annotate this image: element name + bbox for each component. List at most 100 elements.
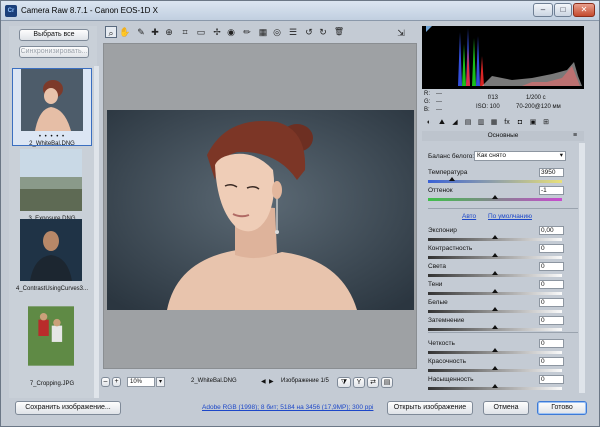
- slider-knob[interactable]: [492, 325, 498, 329]
- slider-value-field[interactable]: 0: [539, 316, 564, 325]
- slider-value-field[interactable]: 0: [539, 280, 564, 289]
- tint-slider[interactable]: [428, 195, 562, 201]
- tab-detail-icon[interactable]: ◢: [450, 118, 460, 128]
- slider-track[interactable]: [428, 289, 562, 295]
- done-button[interactable]: Готово: [537, 401, 587, 415]
- crop-icon[interactable]: ⌗: [179, 26, 191, 38]
- slider-value-field[interactable]: 0: [539, 244, 564, 253]
- full-screen-icon[interactable]: ⇲: [395, 27, 407, 39]
- compare-before-after-icon[interactable]: Y: [353, 377, 365, 388]
- thumbnail-2-whitebal[interactable]: • • • • • 2_WhiteBal.DNG: [12, 68, 92, 147]
- slider-track[interactable]: [428, 325, 562, 331]
- tab-effects-icon[interactable]: fx: [502, 118, 512, 128]
- previous-image-icon[interactable]: ◀: [261, 378, 266, 385]
- color-sampler-icon[interactable]: ✚: [149, 26, 161, 38]
- slider-value-field[interactable]: 0: [539, 375, 564, 384]
- minimize-button[interactable]: –: [533, 3, 553, 17]
- slider-value-field[interactable]: 0: [539, 357, 564, 366]
- tab-camera-calibration-icon[interactable]: ◘: [515, 118, 525, 128]
- slider-knob[interactable]: [492, 384, 498, 388]
- temperature-slider-knob[interactable]: [449, 177, 456, 181]
- slider-knob[interactable]: [492, 307, 498, 311]
- rotate-left-icon[interactable]: ↺: [303, 26, 315, 38]
- shutter-speed: 1/200 с: [526, 95, 546, 101]
- slider-track[interactable]: [428, 348, 562, 354]
- slider-track[interactable]: [428, 366, 562, 372]
- panel-scrollbar[interactable]: [579, 143, 585, 393]
- slider-track[interactable]: [428, 384, 562, 390]
- spot-removal-icon[interactable]: ✢: [211, 26, 223, 38]
- slider-track[interactable]: [428, 253, 562, 259]
- synchronize-button[interactable]: Синхронизировать...: [19, 46, 89, 58]
- slider-knob[interactable]: [492, 289, 498, 293]
- maximize-button[interactable]: □: [554, 3, 572, 17]
- rotate-right-icon[interactable]: ↻: [317, 26, 329, 38]
- straighten-icon[interactable]: ▭: [195, 26, 207, 38]
- tint-field[interactable]: -1: [539, 186, 564, 195]
- temperature-field[interactable]: 3950: [539, 168, 564, 177]
- tint-slider-knob[interactable]: [492, 195, 498, 199]
- save-image-button[interactable]: Сохранить изображение...: [15, 401, 121, 415]
- filmstrip-scrollbar[interactable]: [94, 66, 99, 398]
- radial-filter-icon[interactable]: ◎: [271, 26, 283, 38]
- zoom-level-field[interactable]: 10%: [127, 377, 155, 387]
- zoom-out-button[interactable]: –: [101, 377, 110, 387]
- tab-hsl-icon[interactable]: ▤: [463, 118, 473, 128]
- zoom-in-button[interactable]: +: [112, 377, 121, 387]
- slider-knob[interactable]: [492, 253, 498, 257]
- thumbnail-3-exposure[interactable]: 3_Exposure.DNG: [12, 149, 92, 222]
- red-eye-icon[interactable]: ◉: [225, 26, 237, 38]
- temperature-slider[interactable]: [428, 177, 562, 183]
- tab-lens-corrections-icon[interactable]: ▦: [489, 118, 499, 128]
- zoom-icon[interactable]: ⌕: [105, 26, 117, 38]
- auto-link[interactable]: Авто: [462, 213, 476, 220]
- select-all-button[interactable]: Выбрать все: [19, 29, 89, 41]
- filter-icon[interactable]: ⧩: [337, 377, 351, 388]
- slider-knob[interactable]: [492, 271, 498, 275]
- default-link[interactable]: По умолчанию: [488, 213, 532, 220]
- slider-track[interactable]: [428, 271, 562, 277]
- hand-icon[interactable]: ✋: [119, 26, 131, 38]
- image-counter: Изображение 1/5: [281, 378, 329, 384]
- aperture: f/13: [488, 95, 499, 101]
- graduated-filter-icon[interactable]: ▦: [257, 26, 269, 38]
- thumbnail-7-cropping[interactable]: 7_Cropping.JPG: [12, 296, 92, 387]
- copy-settings-icon[interactable]: ▤: [381, 377, 393, 388]
- tab-snapshots-icon[interactable]: ⊞: [541, 118, 551, 128]
- slider-value-field[interactable]: 0,00: [539, 226, 564, 235]
- slider-value-field[interactable]: 0: [539, 298, 564, 307]
- slider-label: Контрастность: [428, 245, 473, 252]
- tab-presets-icon[interactable]: ▣: [528, 118, 538, 128]
- slider-knob[interactable]: [492, 235, 498, 239]
- basic-settings: Баланс белого: Как снято ▾ Температура 3…: [422, 143, 584, 399]
- cancel-button[interactable]: Отмена: [483, 401, 529, 415]
- image-preview[interactable]: [103, 43, 417, 369]
- tab-split-toning-icon[interactable]: ▥: [476, 118, 486, 128]
- open-image-button[interactable]: Открыть изображение: [387, 401, 473, 415]
- slider-track[interactable]: [428, 235, 562, 241]
- slider-knob[interactable]: [492, 348, 498, 352]
- tab-basic-icon[interactable]: ◐: [424, 118, 434, 128]
- slider-value-field[interactable]: 0: [539, 339, 564, 348]
- trash-icon[interactable]: 🗑: [333, 26, 345, 38]
- white-balance-select[interactable]: Как снято ▾: [474, 151, 566, 161]
- white-balance-icon[interactable]: ✎: [135, 26, 147, 38]
- rating-dots[interactable]: • • • • •: [13, 134, 91, 140]
- workflow-options-link[interactable]: Adobe RGB (1998); 8 бит; 5184 на 3456 (1…: [202, 404, 373, 411]
- green-value: ---: [436, 99, 442, 105]
- slider-value-field[interactable]: 0: [539, 262, 564, 271]
- white-balance-label: Баланс белого:: [428, 153, 475, 160]
- adjustment-brush-icon[interactable]: ✏: [241, 26, 253, 38]
- targeted-adjustment-icon[interactable]: ⊕: [163, 26, 175, 38]
- panel-tabs: ◐ ⛰ ◢ ▤ ▥ ▦ fx ◘ ▣ ⊞: [422, 118, 584, 130]
- tab-tone-curve-icon[interactable]: ⛰: [437, 118, 447, 128]
- panel-menu-icon[interactable]: ≡: [573, 132, 577, 140]
- next-image-icon[interactable]: ▶: [269, 378, 274, 385]
- slider-track[interactable]: [428, 307, 562, 313]
- close-button[interactable]: ✕: [573, 3, 595, 17]
- preferences-icon[interactable]: ☰: [287, 26, 299, 38]
- swap-icon[interactable]: ⇄: [367, 377, 379, 388]
- thumbnail-4-contrast[interactable]: 4_ContrastUsingCurves3...: [12, 219, 92, 292]
- zoom-dropdown-chevron-icon[interactable]: ▾: [156, 377, 165, 387]
- slider-knob[interactable]: [492, 366, 498, 370]
